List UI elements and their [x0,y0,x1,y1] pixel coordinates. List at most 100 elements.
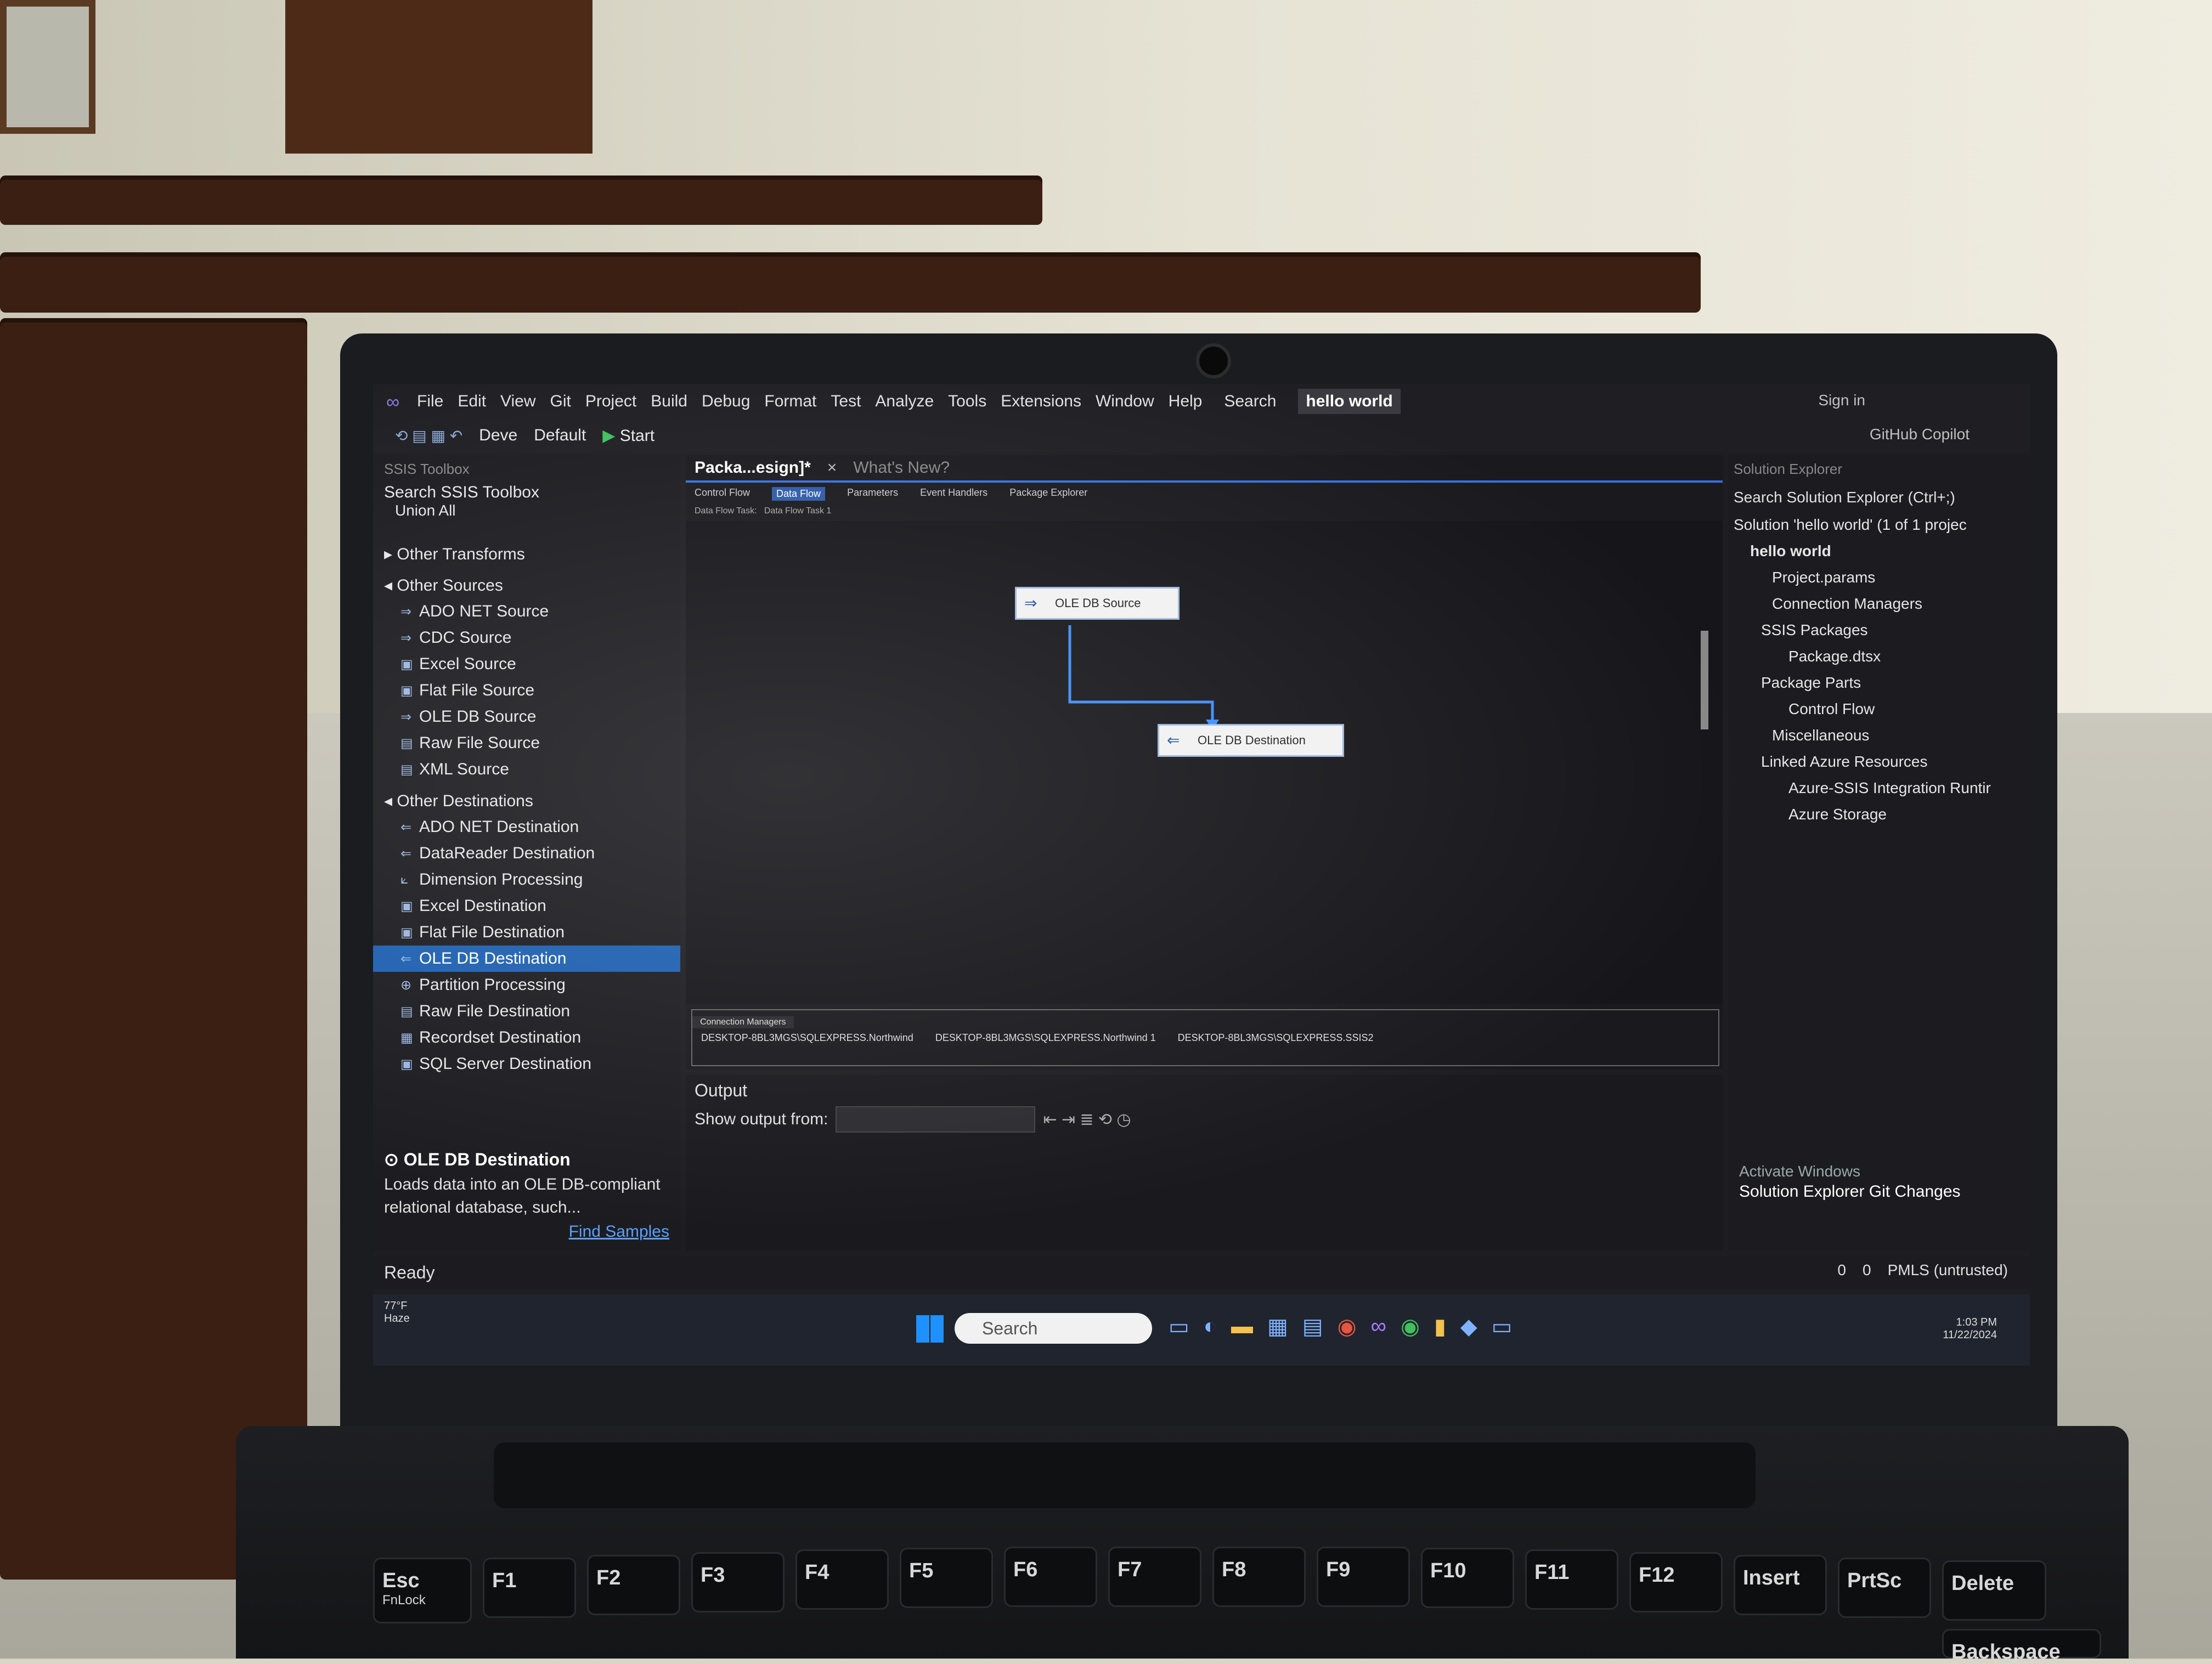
toolbox-item[interactable]: ⟀ Dimension Processing [373,867,680,893]
toolbox-item[interactable]: ⇐ ADO NET Destination [373,814,680,840]
close-icon[interactable]: × [827,459,837,477]
solution-explorer-tabs[interactable]: Solution Explorer Git Changes [1739,1182,1961,1201]
menu-edit[interactable]: Edit [458,392,486,411]
file-explorer-icon[interactable]: ▬ [1231,1314,1253,1339]
output-tool-icons[interactable]: ⇤ ⇥ ≣ ⟲ ◷ [1043,1110,1131,1129]
windows-start-icon[interactable] [916,1315,944,1343]
menu-extensions[interactable]: Extensions [1001,392,1081,411]
app-icon[interactable]: ◆ [1460,1314,1477,1339]
category-other-destinations[interactable]: ◂ Other Destinations [373,788,680,814]
tree-item[interactable]: Package Parts [1728,670,2030,696]
tab-parameters[interactable]: Parameters [847,487,898,501]
toolbox-item[interactable]: ⇒ OLE DB Source [373,704,680,730]
tab-package-explorer[interactable]: Package Explorer [1009,487,1087,501]
toolbox-item[interactable]: ▣ Flat File Destination [373,919,680,946]
search-button[interactable]: Search [1224,392,1276,411]
toolbar-icons[interactable]: ⟲ ▤ ▦ ↶ [395,427,462,445]
tree-item[interactable]: Connection Managers [1728,591,2030,617]
category-other-sources[interactable]: ◂ Other Sources [373,573,680,598]
key-insert[interactable]: Insert [1734,1555,1827,1615]
toolbox-item[interactable]: ⊕ Partition Processing [373,972,680,998]
tab-whats-new[interactable]: What's New? [853,459,950,477]
key-f8[interactable]: F8 [1212,1547,1306,1607]
tree-item[interactable]: Control Flow [1728,696,2030,722]
ole-db-source-node[interactable]: ⇒ OLE DB Source [1015,587,1180,620]
key-f9[interactable]: F9 [1317,1547,1410,1607]
ole-db-destination-node[interactable]: ⇐ OLE DB Destination [1158,724,1344,757]
task-view-icon[interactable]: ▭ [1169,1314,1189,1339]
solution-explorer-search[interactable]: Search Solution Explorer (Ctrl+;) [1728,483,2030,512]
tab-package[interactable]: Packa...esign]* [695,459,811,477]
key-f12[interactable]: F12 [1629,1552,1723,1612]
menu-test[interactable]: Test [831,392,861,411]
zoom-slider[interactable] [1701,631,1708,729]
solution-config-dropdown[interactable]: Deve [479,426,517,445]
menu-git[interactable]: Git [550,392,571,411]
store-icon[interactable]: ▦ [1267,1314,1288,1339]
key-f10[interactable]: F10 [1421,1548,1514,1608]
key-f1[interactable]: F1 [483,1558,576,1618]
chrome-icon[interactable]: ◉ [1338,1314,1357,1339]
repo-status[interactable]: PMLS (untrusted) [1888,1261,2008,1279]
toolbox-item[interactable]: ⇐ DataReader Destination [373,840,680,867]
tree-item[interactable]: Linked Azure Resources [1728,749,2030,775]
key-f2[interactable]: F2 [587,1555,680,1615]
key-backspace[interactable]: Backspace [1942,1629,2101,1663]
connection-item[interactable]: DESKTOP-8BL3MGS\SQLEXPRESS.SSIS2 [1178,1032,1374,1044]
edge-icon[interactable]: ◐ [1204,1314,1217,1339]
menu-project[interactable]: Project [585,392,636,411]
union-all-item[interactable]: Union All [373,502,680,519]
tree-item[interactable]: Miscellaneous [1728,722,2030,749]
tab-control-flow[interactable]: Control Flow [695,487,750,501]
key-f5[interactable]: F5 [900,1548,993,1608]
key-f6[interactable]: F6 [1004,1547,1097,1607]
connection-item[interactable]: DESKTOP-8BL3MGS\SQLEXPRESS.Northwind [701,1032,913,1044]
data-flow-task-selector[interactable]: Data Flow Task: Data Flow Task 1 [686,505,1723,517]
menu-build[interactable]: Build [651,392,687,411]
key-delete[interactable]: Delete [1942,1560,2046,1621]
menu-debug[interactable]: Debug [702,392,750,411]
weather-widget[interactable]: 77°F Haze [384,1300,410,1325]
start-button[interactable]: ▶ Start [602,426,654,445]
menu-tools[interactable]: Tools [948,392,986,411]
tree-item[interactable]: Project.params [1728,564,2030,591]
tab-event-handlers[interactable]: Event Handlers [920,487,988,501]
menu-format[interactable]: Format [764,392,816,411]
key-f4[interactable]: F4 [795,1549,889,1610]
menu-help[interactable]: Help [1169,392,1203,411]
toolbox-item[interactable]: ⇒ ADO NET Source [373,598,680,625]
data-flow-canvas[interactable]: ⇒ OLE DB Source ⇐ OLE DB Destination [686,521,1723,1004]
toolbox-item[interactable]: ▦ Recordset Destination [373,1025,680,1051]
errors-count[interactable]: 0 [1837,1261,1846,1279]
system-clock[interactable]: 1:03 PM 11/22/2024 [1943,1316,1997,1342]
find-samples-link[interactable]: Find Samples [373,1222,680,1241]
category-other-transforms[interactable]: ▸ Other Transforms [373,541,680,567]
menu-window[interactable]: Window [1096,392,1154,411]
terminal-icon[interactable]: ▭ [1492,1314,1513,1339]
toolbox-item[interactable]: ▣ Excel Destination [373,893,680,919]
key-f3[interactable]: F3 [691,1552,785,1612]
tree-item[interactable]: Azure-SSIS Integration Runtir [1728,775,2030,801]
github-copilot-button[interactable]: GitHub Copilot [1870,426,1970,443]
menu-view[interactable]: View [500,392,535,411]
toolbox-item[interactable]: ▤ Raw File Source [373,730,680,756]
toolbox-item-selected[interactable]: ⇐ OLE DB Destination [373,946,680,972]
warnings-count[interactable]: 0 [1863,1261,1871,1279]
menu-analyze[interactable]: Analyze [875,392,934,411]
connection-item[interactable]: DESKTOP-8BL3MGS\SQLEXPRESS.Northwind 1 [935,1032,1156,1044]
tree-item[interactable]: Package.dtsx [1728,643,2030,670]
menu-file[interactable]: File [417,392,443,411]
key-f11[interactable]: F11 [1525,1549,1618,1610]
toolbox-item[interactable]: ▤ Raw File Destination [373,998,680,1025]
taskbar-search[interactable]: Search [955,1313,1152,1344]
output-source-dropdown[interactable] [836,1106,1036,1133]
toolbox-item[interactable]: ⇒ CDC Source [373,625,680,651]
toolbox-search[interactable]: Search SSIS Toolbox [373,483,680,502]
calendar-icon[interactable]: ▤ [1302,1314,1323,1339]
tree-item[interactable]: Solution 'hello world' (1 of 1 projec [1728,512,2030,538]
tree-item[interactable]: hello world [1728,538,2030,564]
tab-data-flow[interactable]: Data Flow [772,487,826,501]
tree-item[interactable]: Azure Storage [1728,801,2030,828]
key-prtsc[interactable]: PrtSc [1838,1558,1931,1618]
toolbox-item[interactable]: ▣ SQL Server Destination [373,1051,680,1077]
